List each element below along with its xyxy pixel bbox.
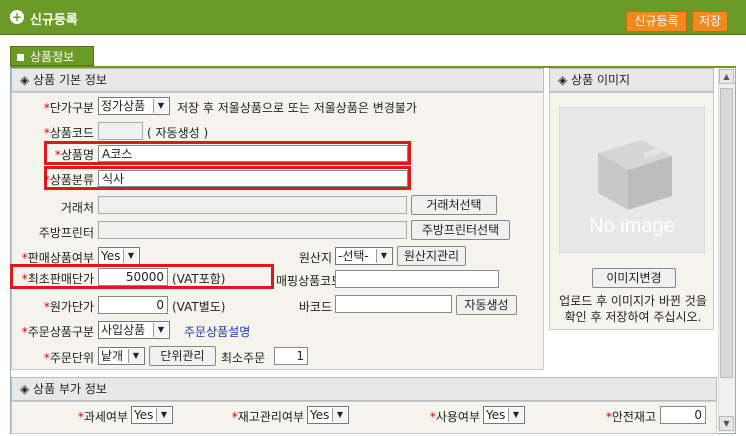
origin-label: 원산지 xyxy=(298,251,332,265)
min-order-input[interactable]: 1 xyxy=(274,347,308,365)
cost-note: (VAT별도) xyxy=(172,300,226,314)
scroll-up-icon[interactable]: ▲ xyxy=(719,69,734,84)
cost-input[interactable]: 0 xyxy=(98,296,168,314)
plus-circle-icon: + xyxy=(10,10,24,24)
vendor-select-button[interactable]: 거래처선택 xyxy=(411,195,497,215)
scrollbar-thumb[interactable] xyxy=(720,88,733,378)
mapping-label: 매핑상품코드 xyxy=(276,274,343,288)
printer-field xyxy=(98,221,407,239)
unit-manage-button[interactable]: 단위관리 xyxy=(149,346,216,366)
order-unit-label: 주문단위 xyxy=(49,351,94,365)
chevron-down-icon: ▼ xyxy=(153,323,168,337)
scroll-down-icon[interactable]: ▼ xyxy=(719,416,734,431)
order-type-select[interactable]: 사입상품 ▼ xyxy=(98,321,170,339)
unit-type-select[interactable]: 정가상품 ▼ xyxy=(98,97,170,115)
code-note: ( 자동생성 ) xyxy=(147,126,209,140)
product-name-input[interactable]: A코스 xyxy=(98,145,408,162)
name-label: 상품명 xyxy=(60,148,94,162)
printer-select-button[interactable]: 주방프린터선택 xyxy=(411,220,510,240)
origin-select[interactable]: -선택- ▼ xyxy=(335,247,393,265)
page-title: 신규등록 xyxy=(30,13,78,28)
safety-stock-input[interactable]: 0 xyxy=(660,406,706,424)
save-button[interactable]: 저장 xyxy=(692,11,728,32)
stock-label: 재고관리여부 xyxy=(237,410,304,424)
product-category-input[interactable]: 식사 xyxy=(98,170,408,187)
stock-select[interactable]: Yes ▼ xyxy=(307,406,349,424)
tax-label: 과세여부 xyxy=(83,410,128,424)
min-price-label: 최초판매단가 xyxy=(27,272,94,286)
cost-label: 원가단가 xyxy=(49,300,94,314)
use-label: 사용여부 xyxy=(435,410,480,424)
vendor-field xyxy=(98,196,407,214)
use-select[interactable]: Yes ▼ xyxy=(483,406,525,424)
unit-type-label: 단가구분 xyxy=(49,101,94,115)
basic-info-header: ◈ 상품 기본 정보 xyxy=(11,68,544,92)
barcode-label: 바코드 xyxy=(298,300,332,314)
chevron-down-icon: ▼ xyxy=(332,408,347,422)
vendor-label: 거래처 xyxy=(60,201,94,215)
chevron-down-icon: ▼ xyxy=(153,99,168,113)
order-unit-select[interactable]: 낱개 ▼ xyxy=(98,347,145,365)
chevron-down-icon: ▼ xyxy=(376,249,391,263)
new-button[interactable]: 신규등록 xyxy=(626,11,687,32)
code-label: 상품코드 xyxy=(49,126,94,140)
chevron-down-icon: ▼ xyxy=(128,349,143,363)
change-image-button[interactable]: 이미지변경 xyxy=(592,268,676,288)
min-price-note: (VAT포함) xyxy=(172,272,226,286)
chevron-down-icon: ▼ xyxy=(508,408,523,422)
tab-product-info[interactable]: 상품정보 xyxy=(10,46,94,66)
no-image-text: No image xyxy=(589,215,675,237)
tab-label: 상품정보 xyxy=(30,50,75,64)
barcode-input[interactable] xyxy=(335,295,452,313)
sale-select[interactable]: Yes ▼ xyxy=(98,247,140,265)
mapping-code-input[interactable] xyxy=(335,270,499,288)
sale-label: 판매상품여부 xyxy=(27,251,94,265)
order-type-label: 주문상품구분 xyxy=(27,325,94,339)
min-order-label: 최소주문 xyxy=(221,351,266,365)
extra-info-header: ◈ 상품 부가 정보 xyxy=(11,377,717,401)
barcode-generate-button[interactable]: 자동생성 xyxy=(456,295,517,315)
tax-select[interactable]: Yes ▼ xyxy=(131,406,173,424)
chevron-down-icon: ▼ xyxy=(123,249,138,263)
origin-manage-button[interactable]: 원산지관리 xyxy=(397,246,466,266)
image-header: ◈ 상품 이미지 xyxy=(549,68,714,92)
square-icon xyxy=(17,54,24,61)
category-label: 상품분류 xyxy=(49,173,94,187)
printer-label: 주방프린터 xyxy=(38,226,94,240)
min-price-input[interactable]: 50000 xyxy=(98,268,168,286)
product-code-field xyxy=(98,122,143,140)
image-upload-note: 업로드 후 이미지가 바뀐 것을 확인 후 저장하여 주십시오. xyxy=(559,294,707,324)
unit-type-note: 저장 후 저울상품으로 또는 저울상품은 변경불가 xyxy=(177,101,417,115)
safety-label: 안전재고 xyxy=(611,410,656,424)
order-type-help-link[interactable]: 주문상품설명 xyxy=(184,323,250,340)
chevron-down-icon: ▼ xyxy=(156,408,171,422)
